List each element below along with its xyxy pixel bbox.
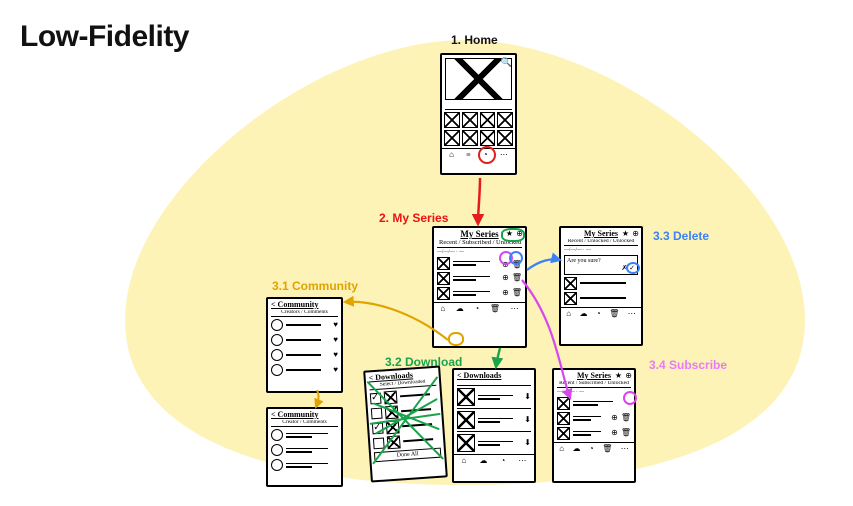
nav-dots-icon: ⋯ bbox=[500, 151, 508, 159]
community-tabs: Creators / Comments bbox=[271, 310, 338, 317]
wireframe-my-series: My Series ★ ⊕ Recent / Subscribed / Unlo… bbox=[432, 226, 527, 348]
delete-tabs: Recent / Unlocked / Unlocked bbox=[564, 239, 638, 246]
star-icon: ★ bbox=[506, 229, 513, 238]
series-item-3: ⊕ 🗑 bbox=[437, 287, 522, 300]
label-community: 3.1 Community bbox=[272, 279, 358, 293]
nav-list-icon: ≡ bbox=[466, 151, 471, 159]
nav-home-icon: ⌂ bbox=[449, 151, 454, 159]
label-my-series: 2. My Series bbox=[379, 211, 448, 225]
series-item-1: ⊕ 🗑 bbox=[437, 257, 522, 270]
item-plus-icon: ⊕ bbox=[502, 260, 509, 269]
wireframe-home: 🔍 ⌂ ≡ ◔ ⋯ bbox=[440, 53, 517, 175]
wireframe-subscribe: My Series ⊕ ★ Recent / Subscribed / Unlo… bbox=[552, 368, 636, 483]
confirm-dialog: Are you sure? ✗ ✓ bbox=[564, 255, 638, 275]
wireframe-downloads-list: < Downloads ⬇ ⬇ ⬇ ⌂ ☁ ◔ ⋯ bbox=[452, 368, 536, 483]
series-item-2: ⊕ 🗑 bbox=[437, 272, 522, 285]
subscribe-tabs: Recent / Subscribed / Unlocked bbox=[557, 381, 631, 388]
downloads-header: < Downloads bbox=[454, 370, 534, 380]
download-item-3: ⬇ bbox=[457, 434, 531, 452]
community-header: < Community bbox=[268, 299, 341, 309]
creator-item: ♥ bbox=[271, 319, 338, 332]
yes-icon: ✓ bbox=[629, 264, 635, 272]
wireframe-download-select: < Downloads Select / Downloaded Done All bbox=[363, 365, 448, 482]
nav-user-icon: ◔ bbox=[483, 150, 488, 159]
subscribe-header: My Series bbox=[554, 370, 634, 380]
community-tabs-2: Creator / Comments bbox=[271, 420, 338, 427]
download-item-1: ⬇ bbox=[457, 388, 531, 406]
label-subscribe: 3.4 Subscribe bbox=[649, 358, 727, 372]
my-series-tabs: Recent / Subscribed / Unlocked bbox=[437, 240, 522, 248]
bell-icon: ◔ bbox=[626, 400, 631, 409]
community-header-2: < Community bbox=[268, 409, 341, 419]
wireframe-community-top: < Community Creators / Comments ♥ ♥ ♥ ♥ bbox=[266, 297, 343, 393]
item-trash-icon: 🗑 bbox=[512, 260, 522, 269]
home-nav-bar: ⌂ ≡ ◔ ⋯ bbox=[442, 148, 515, 161]
wireframe-delete: My Series ⊕ ★ Recent / Unlocked / Unlock… bbox=[559, 226, 643, 346]
series-nav-bar: ⌂ ☁ ◔ 🗑 ⋯ bbox=[434, 302, 525, 315]
download-icon: ⬇ bbox=[524, 393, 531, 401]
done-button: Done All bbox=[374, 447, 442, 462]
search-icon: 🔍 bbox=[501, 57, 512, 68]
home-row-1 bbox=[444, 112, 513, 128]
home-row-2 bbox=[444, 130, 513, 146]
sub-item-1: ◔ bbox=[557, 397, 631, 410]
label-home: 1. Home bbox=[451, 33, 498, 47]
delete-header: My Series bbox=[561, 228, 641, 238]
wireframe-community-bottom: < Community Creator / Comments bbox=[266, 407, 343, 487]
label-delete: 3.3 Delete bbox=[653, 229, 709, 243]
no-icon: ✗ bbox=[622, 264, 628, 272]
plus-icon: ⊕ bbox=[516, 229, 523, 238]
download-item-2: ⬇ bbox=[457, 411, 531, 429]
